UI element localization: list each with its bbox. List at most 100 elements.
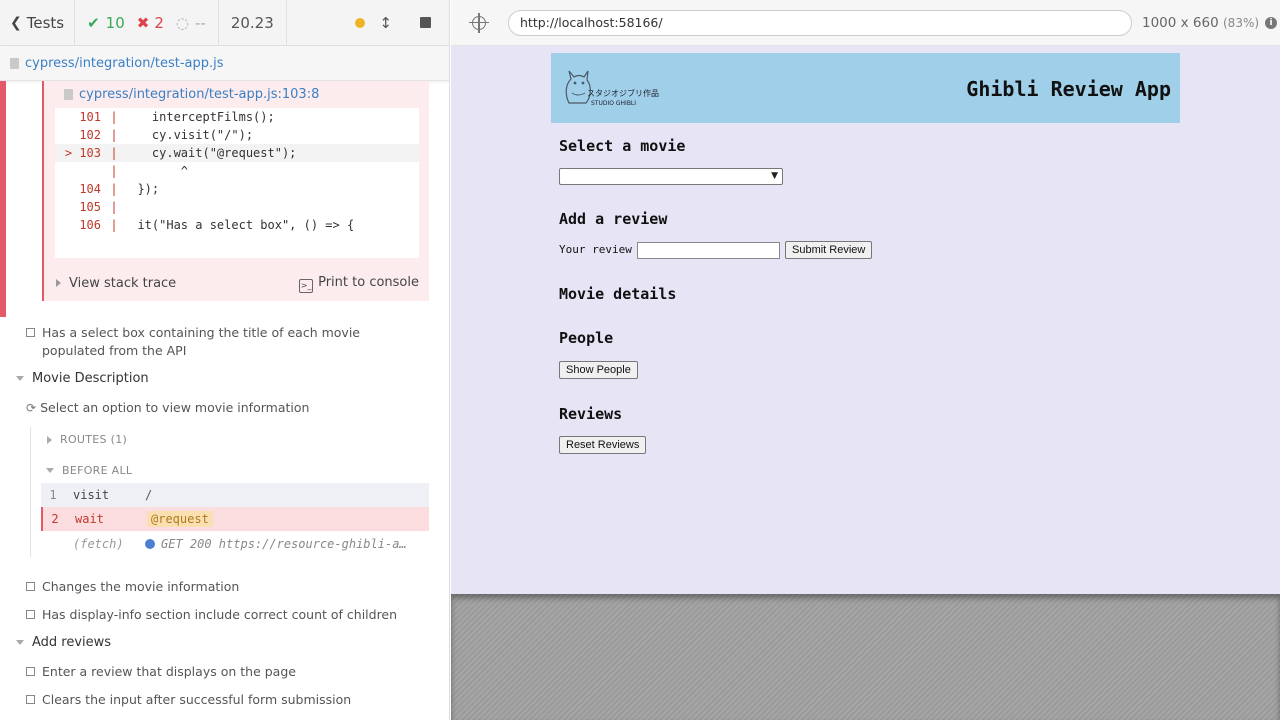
- code-line: 105 |: [55, 198, 419, 216]
- check-icon: ✔: [87, 13, 100, 32]
- spec-file-path[interactable]: cypress/integration/test-app.js: [25, 56, 224, 71]
- test-title: Changes the movie information: [42, 579, 240, 594]
- failed-count-value: 2: [154, 13, 164, 32]
- people-heading: People: [559, 329, 614, 347]
- viewport-info[interactable]: 1000 x 660 (83%): [1142, 15, 1259, 31]
- test-title: Enter a review that displays on the page: [42, 664, 296, 679]
- command-name: visit: [73, 488, 110, 502]
- code-text: });: [123, 182, 160, 196]
- app-header: スタジオジブリ作品 STUDIO GHIBLI Ghibli Review Ap…: [551, 53, 1180, 123]
- line-separator: |: [110, 218, 118, 232]
- movie-select[interactable]: ▼: [559, 168, 783, 185]
- spinner-icon: ◌: [175, 13, 189, 32]
- viewport-outside-area: [451, 594, 1280, 720]
- autoscroll-toggle-icon[interactable]: ↕: [379, 14, 392, 32]
- selector-playground-icon[interactable]: [469, 12, 489, 33]
- code-text: interceptFilms();: [123, 110, 275, 124]
- line-number: 104: [79, 182, 101, 196]
- test-item[interactable]: Clears the input after successful form s…: [26, 691, 426, 709]
- routes-section-toggle[interactable]: ROUTES (1): [47, 433, 127, 446]
- spec-file-bar[interactable]: cypress/integration/test-app.js: [0, 46, 449, 81]
- test-title: Has display-info section include correct…: [42, 607, 398, 622]
- passed-count-value: 10: [105, 13, 125, 32]
- stop-button-icon[interactable]: [420, 17, 431, 28]
- code-line: 106 | it("Has a select box", () => {: [55, 216, 419, 234]
- pending-test-icon: [26, 667, 35, 676]
- test-title: Clears the input after successful form s…: [42, 692, 352, 707]
- routes-label: ROUTES (1): [60, 433, 128, 446]
- error-box: cypress/integration/test-app.js:103:8 10…: [42, 81, 429, 301]
- command-row-failed[interactable]: 2 wait @request: [41, 507, 429, 531]
- error-file-ref[interactable]: cypress/integration/test-app.js:103:8: [79, 87, 319, 102]
- print-console-label: Print to console: [318, 274, 419, 290]
- line-separator: |: [110, 200, 118, 214]
- line-number: 102: [79, 128, 101, 142]
- test-item[interactable]: Changes the movie information: [26, 578, 426, 596]
- status-dot-icon: [355, 17, 366, 28]
- tests-back-button[interactable]: ❮ Tests: [0, 0, 76, 45]
- failed-count[interactable]: ✖ 2: [137, 14, 164, 32]
- file-icon: [64, 89, 73, 100]
- code-text: cy.wait("@request");: [123, 146, 297, 160]
- reporter-stats-bar: ❮ Tests ✔ 10 ✖ 2 ◌ -- 20.23 ↕: [0, 0, 449, 46]
- passed-count[interactable]: ✔ 10: [87, 14, 125, 32]
- code-line: 104 | });: [55, 180, 419, 198]
- command-arg: /: [145, 488, 153, 502]
- code-line: 101 | interceptFilms();: [55, 108, 419, 126]
- command-name: wait: [75, 512, 104, 526]
- caret-down-icon: [16, 640, 24, 645]
- review-input[interactable]: [637, 242, 780, 259]
- line-separator: |: [110, 110, 118, 124]
- line-separator: |: [110, 164, 118, 178]
- command-name: (fetch): [73, 537, 124, 551]
- movie-details-heading: Movie details: [559, 285, 677, 303]
- command-row[interactable]: 1 visit /: [41, 483, 429, 507]
- print-to-console-button[interactable]: >_ Print to console: [299, 275, 419, 293]
- select-movie-heading: Select a movie: [559, 137, 686, 155]
- logo-english-text: STUDIO GHIBLI: [591, 100, 637, 107]
- line-number: 101: [79, 110, 101, 124]
- url-text: http://localhost:58166/: [520, 15, 663, 30]
- viewport-scale: (83%): [1223, 15, 1260, 30]
- code-text: cy.visit("/");: [123, 128, 254, 142]
- chevron-left-icon: ❮: [10, 14, 22, 31]
- test-counts: ✔ 10 ✖ 2 ◌ --: [75, 0, 219, 45]
- studio-ghibli-logo: スタジオジブリ作品 STUDIO GHIBLI: [559, 67, 659, 111]
- submit-review-button[interactable]: Submit Review: [785, 241, 873, 259]
- add-review-heading: Add a review: [559, 210, 668, 228]
- error-actions: View stack trace >_ Print to console: [44, 266, 429, 301]
- info-icon[interactable]: i: [1265, 16, 1278, 29]
- tests-back-label: Tests: [26, 13, 65, 32]
- suite-add-reviews[interactable]: Add reviews: [16, 635, 111, 650]
- aut-header: http://localhost:58166/ 1000 x 660 (83%)…: [451, 0, 1280, 46]
- test-item[interactable]: Has a select box containing the title of…: [26, 324, 426, 360]
- before-all-label: BEFORE ALL: [62, 464, 133, 477]
- view-stack-trace-toggle[interactable]: View stack trace: [56, 276, 176, 291]
- pending-count[interactable]: ◌ --: [176, 14, 206, 32]
- test-item-running[interactable]: ⟳ Select an option to view movie informa…: [26, 399, 426, 417]
- error-file-link[interactable]: cypress/integration/test-app.js:103:8: [44, 81, 429, 108]
- caret-down-icon: [46, 468, 54, 473]
- command-number: 1: [49, 488, 57, 502]
- test-item[interactable]: Has display-info section include correct…: [26, 606, 426, 624]
- running-icon: ⟳: [26, 401, 37, 415]
- app-title: Ghibli Review App: [966, 77, 1171, 101]
- show-people-button[interactable]: Show People: [559, 361, 638, 379]
- error-block: cypress/integration/test-app.js:103:8 10…: [0, 81, 449, 317]
- command-row[interactable]: (fetch) GET 200 https://resource-ghibli-…: [41, 532, 429, 556]
- line-separator: |: [110, 146, 118, 160]
- reset-reviews-button[interactable]: Reset Reviews: [559, 436, 647, 454]
- code-line: | ^: [55, 162, 419, 180]
- file-icon: [10, 57, 19, 69]
- before-all-section-toggle[interactable]: BEFORE ALL: [46, 464, 132, 477]
- reporter-panel: ❮ Tests ✔ 10 ✖ 2 ◌ -- 20.23 ↕ cypress/integ…: [0, 0, 450, 720]
- view-stack-label: View stack trace: [69, 276, 177, 291]
- reviews-heading: Reviews: [559, 405, 623, 423]
- pending-test-icon: [26, 610, 35, 619]
- suite-movie-description[interactable]: Movie Description: [16, 371, 149, 386]
- x-icon: ✖: [136, 13, 150, 32]
- line-number: 106: [79, 218, 101, 232]
- test-item[interactable]: Enter a review that displays on the page: [26, 663, 426, 681]
- terminal-icon: >_: [299, 278, 314, 293]
- url-bar[interactable]: http://localhost:58166/: [508, 9, 1132, 36]
